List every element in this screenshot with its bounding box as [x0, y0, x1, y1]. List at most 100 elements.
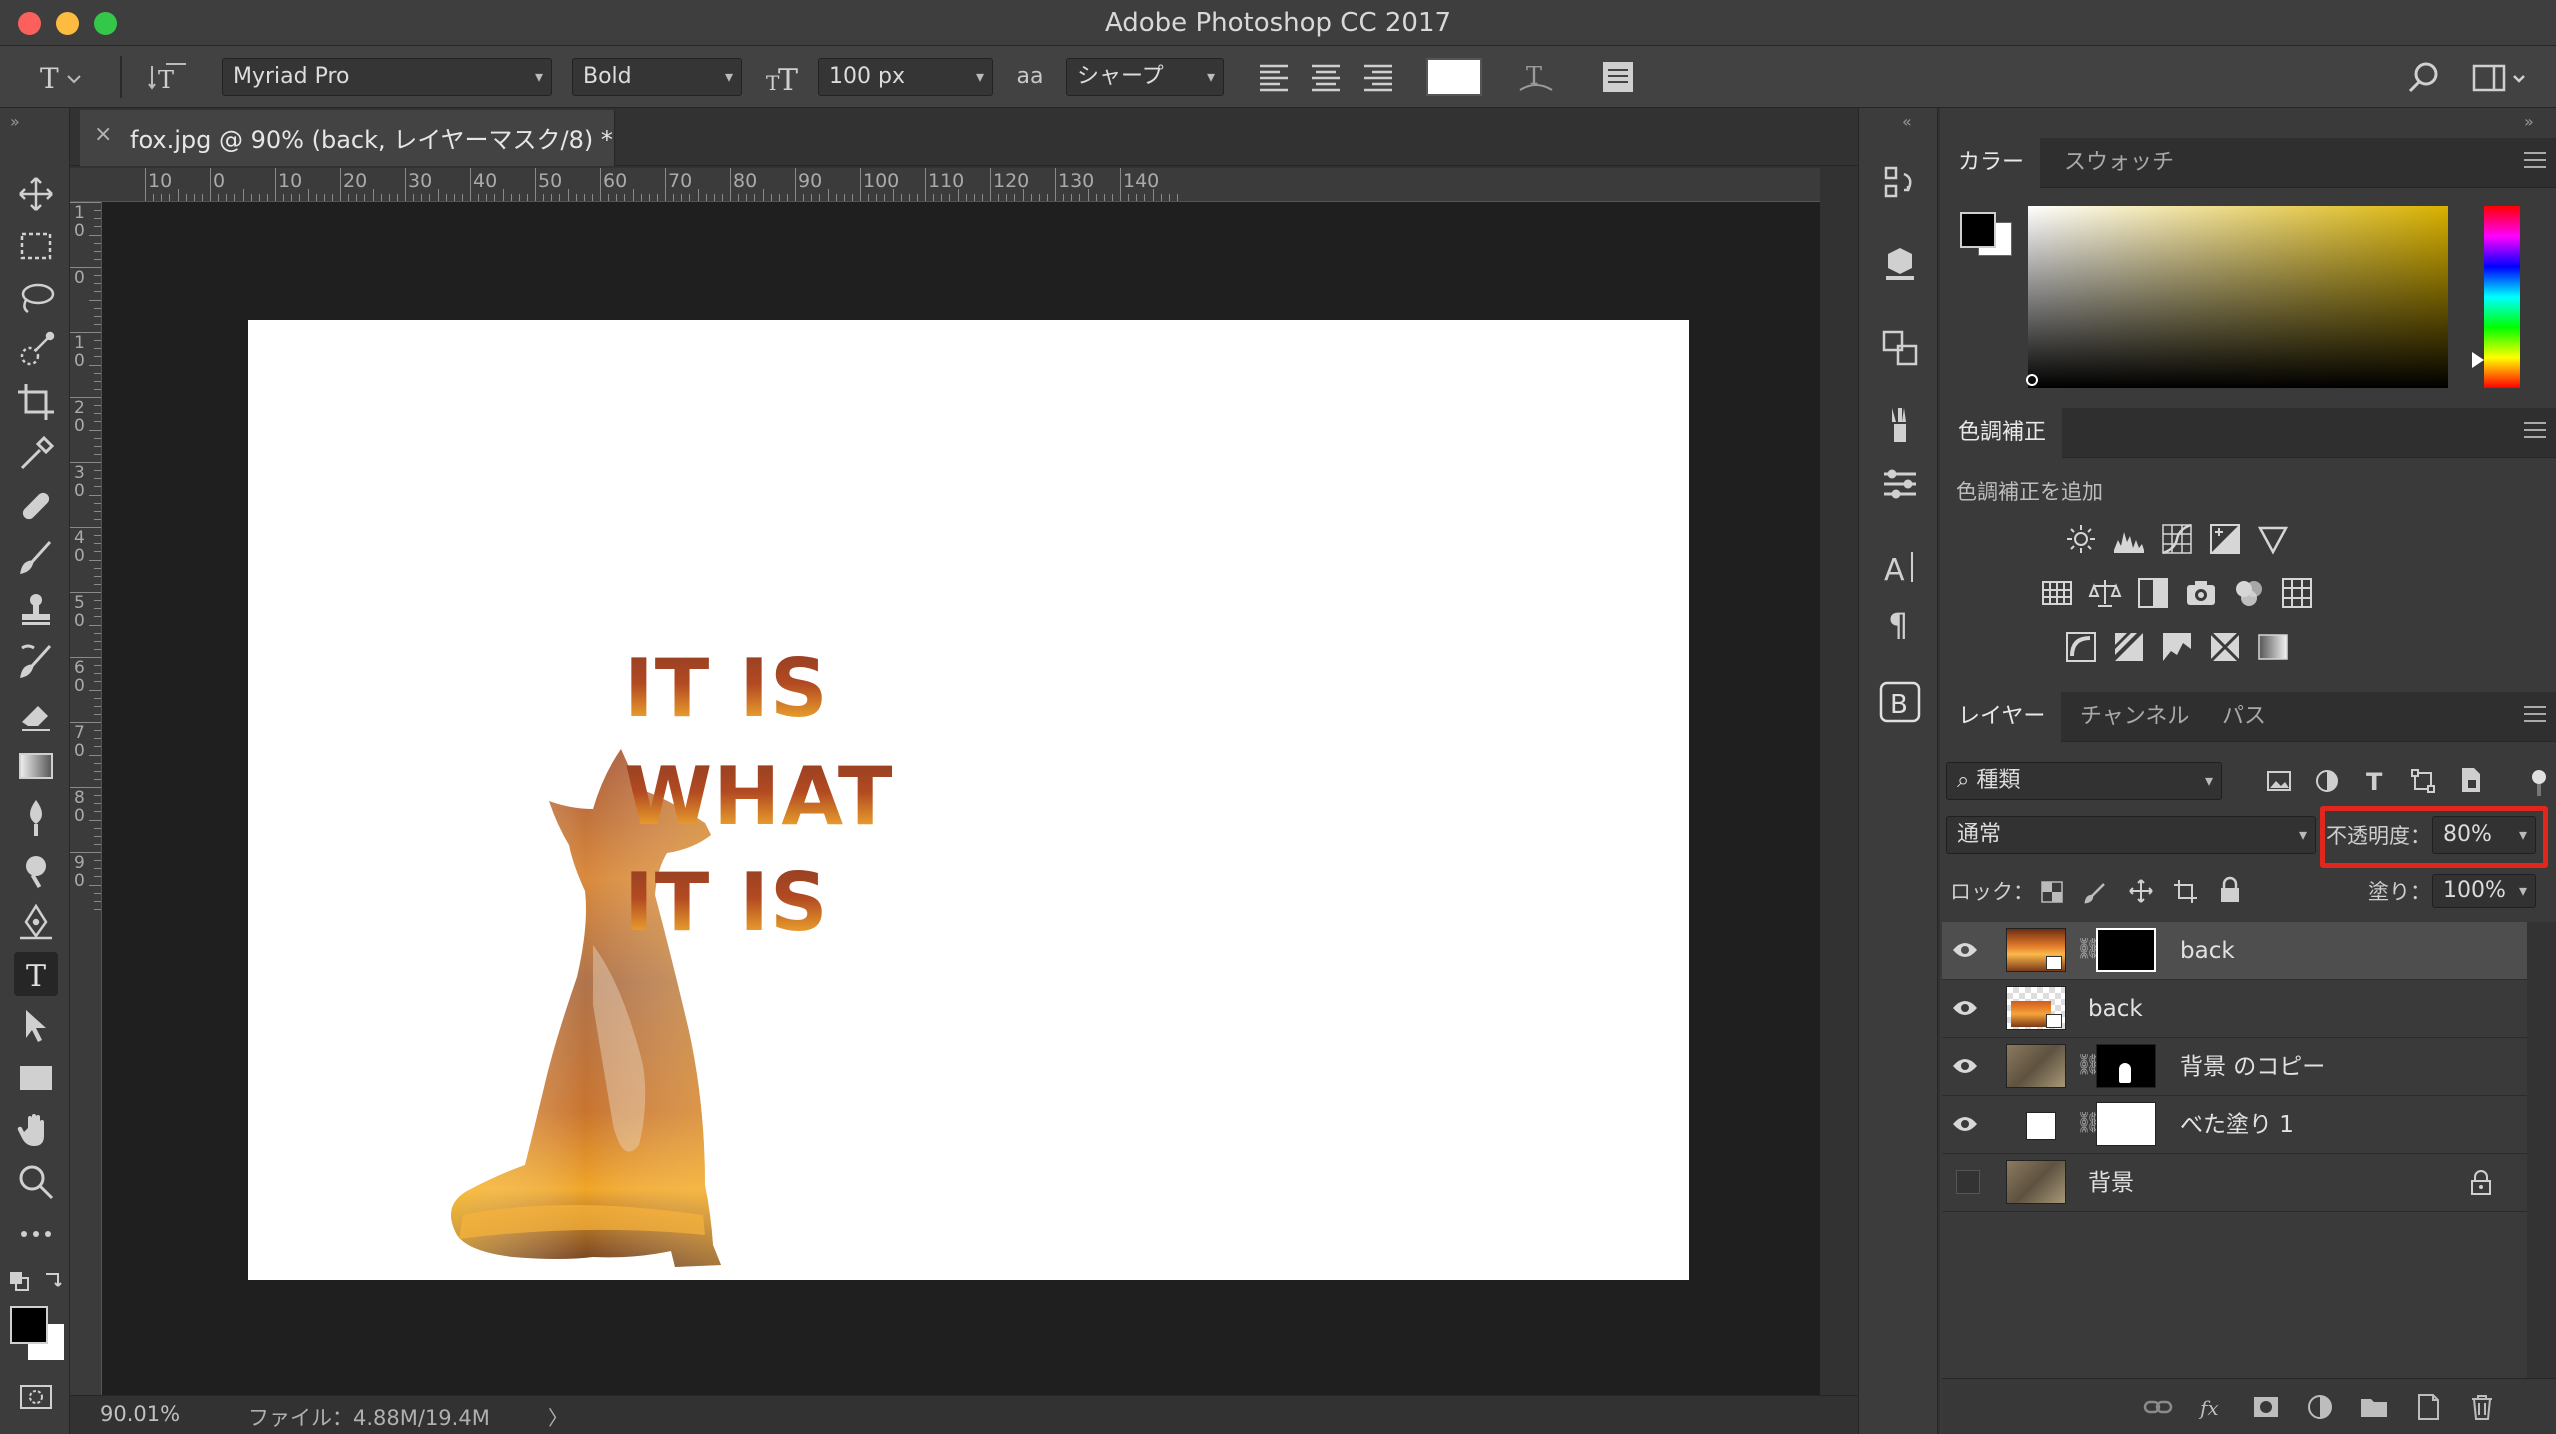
- brightness-icon[interactable]: [2064, 522, 2098, 556]
- zoom-level[interactable]: 90.01%: [100, 1402, 180, 1426]
- threshold-icon[interactable]: [2160, 630, 2194, 664]
- layer-row[interactable]: ⛓ 背景 のコピー: [1942, 1038, 2527, 1096]
- layer-mask-thumbnail[interactable]: [2096, 1102, 2156, 1146]
- brush-tool-icon[interactable]: [14, 536, 58, 580]
- layer-filter-select[interactable]: ⌕ 種類 ▾: [1946, 762, 2222, 800]
- font-family-select[interactable]: Myriad Pro ▾: [222, 58, 552, 96]
- black-white-icon[interactable]: [2136, 576, 2170, 610]
- clone-source-panel-icon[interactable]: [1878, 326, 1922, 370]
- selective-color-icon[interactable]: [2208, 630, 2242, 664]
- levels-icon[interactable]: [2112, 522, 2146, 556]
- color-balance-icon[interactable]: [2088, 576, 2122, 610]
- type-tool-icon[interactable]: T: [14, 952, 58, 996]
- adjustments-panel-menu-icon[interactable]: [2524, 422, 2546, 438]
- dodge-tool-icon[interactable]: [14, 848, 58, 892]
- font-style-select[interactable]: Bold ▾: [572, 58, 742, 96]
- move-tool-icon[interactable]: [14, 172, 58, 216]
- color-field[interactable]: [2028, 206, 2448, 388]
- close-tab-icon[interactable]: ×: [94, 122, 112, 147]
- lock-transparent-pixels-icon[interactable]: [2040, 880, 2064, 904]
- visibility-eye-icon[interactable]: [1952, 1055, 1978, 1077]
- character-panel-strip-icon[interactable]: A: [1878, 544, 1922, 588]
- text-color-swatch[interactable]: [1426, 58, 1482, 96]
- layer-row[interactable]: ⛓ べた塗り 1: [1942, 1096, 2527, 1154]
- horizontal-ruler[interactable]: 10 0 10 20 30 40 50 60 70 80 90 100 110 120 130 140: [100, 168, 1820, 202]
- filter-shape-icon[interactable]: [2410, 768, 2436, 794]
- history-brush-tool-icon[interactable]: [14, 640, 58, 684]
- align-center-icon[interactable]: [1308, 60, 1344, 94]
- link-chain-icon[interactable]: ⛓: [2076, 1110, 2101, 1138]
- default-swap-colors-icon[interactable]: [8, 1266, 64, 1296]
- layer-row[interactable]: 背景: [1942, 1154, 2527, 1212]
- fill-input[interactable]: 100% ▾: [2432, 874, 2536, 908]
- visibility-eye-icon[interactable]: [1952, 1113, 1978, 1135]
- clone-stamp-tool-icon[interactable]: [14, 588, 58, 632]
- tab-layers[interactable]: レイヤー: [1942, 692, 2062, 742]
- layers-scrollbar[interactable]: [2527, 922, 2556, 1378]
- new-adjustment-layer-icon[interactable]: [2304, 1391, 2336, 1423]
- channel-mixer-icon[interactable]: [2232, 576, 2266, 610]
- expand-strip-icon[interactable]: «: [1902, 112, 1912, 131]
- workspace-switcher-icon[interactable]: [2470, 58, 2530, 98]
- quick-mask-icon[interactable]: [18, 1382, 54, 1412]
- hue-slider-marker[interactable]: [2472, 352, 2484, 368]
- color-picker-marker[interactable]: [2026, 374, 2038, 386]
- filter-pixel-icon[interactable]: [2266, 768, 2292, 794]
- more-tools-icon[interactable]: [14, 1212, 58, 1256]
- collapse-toolbar-icon[interactable]: »: [10, 112, 20, 131]
- link-layers-icon[interactable]: [2142, 1391, 2174, 1423]
- align-right-icon[interactable]: [1360, 60, 1396, 94]
- path-selection-tool-icon[interactable]: [14, 1004, 58, 1048]
- vertical-ruler[interactable]: 1 0 0 1 0 2 0 3 0 4 0 5 0 6 0 7 0 8 0 9 0: [70, 202, 102, 1395]
- layers-panel-menu-icon[interactable]: [2524, 706, 2546, 722]
- collapse-panels-icon[interactable]: »: [2524, 112, 2534, 131]
- lasso-tool-icon[interactable]: [14, 276, 58, 320]
- new-layer-icon[interactable]: [2412, 1391, 2444, 1423]
- tab-color[interactable]: カラー: [1942, 138, 2041, 188]
- lock-position-icon[interactable]: [2128, 878, 2154, 904]
- ruler-origin[interactable]: [70, 168, 102, 202]
- visibility-eye-icon[interactable]: [1952, 997, 1978, 1019]
- layer-mask-thumbnail[interactable]: [2096, 928, 2156, 972]
- tab-swatches[interactable]: スウォッチ: [2048, 138, 2190, 188]
- crop-tool-icon[interactable]: [14, 380, 58, 424]
- tab-channels[interactable]: チャンネル: [2064, 692, 2205, 742]
- posterize-icon[interactable]: [2112, 630, 2146, 664]
- paragraph-panel-icon[interactable]: ¶: [1878, 600, 1922, 644]
- 3d-panel-icon[interactable]: [1878, 242, 1922, 286]
- text-orientation-icon[interactable]: T: [146, 58, 190, 96]
- filter-adjustment-icon[interactable]: [2314, 768, 2340, 794]
- marquee-tool-icon[interactable]: [14, 224, 58, 268]
- filter-type-icon[interactable]: T: [2362, 766, 2388, 796]
- blend-mode-select[interactable]: 通常 ▾: [1946, 816, 2316, 854]
- color-panel-menu-icon[interactable]: [2524, 152, 2546, 168]
- eyedropper-tool-icon[interactable]: [14, 432, 58, 476]
- lock-artboard-icon[interactable]: [2172, 878, 2198, 904]
- layer-thumbnail[interactable]: [2006, 1160, 2066, 1204]
- layer-name[interactable]: back: [2180, 922, 2235, 980]
- layer-effects-icon[interactable]: fx: [2196, 1391, 2228, 1423]
- photo-filter-icon[interactable]: [2184, 576, 2218, 610]
- document-canvas[interactable]: IT IS WHAT IT IS: [248, 320, 1689, 1280]
- search-icon[interactable]: [2404, 58, 2444, 98]
- hue-slider[interactable]: [2484, 206, 2520, 388]
- filter-toggle-switch[interactable]: [2528, 768, 2546, 798]
- zoom-tool-icon[interactable]: [14, 1160, 58, 1204]
- gradient-tool-icon[interactable]: [14, 744, 58, 788]
- layer-name[interactable]: べた塗り 1: [2180, 1096, 2294, 1154]
- blur-tool-icon[interactable]: [14, 796, 58, 840]
- layer-mask-thumbnail[interactable]: [2096, 1044, 2156, 1088]
- history-panel-icon[interactable]: [1878, 160, 1922, 204]
- layer-thumbnail[interactable]: [2006, 1044, 2066, 1088]
- brush-presets-panel-icon[interactable]: [1878, 404, 1922, 448]
- warp-text-icon[interactable]: T: [1516, 58, 1556, 96]
- delete-layer-icon[interactable]: [2466, 1391, 2498, 1423]
- type-tool-preset-icon[interactable]: T: [30, 58, 100, 96]
- foreground-color-swatch[interactable]: [10, 1306, 48, 1344]
- layer-name[interactable]: back: [2088, 980, 2143, 1038]
- gradient-map-icon[interactable]: [2256, 630, 2290, 664]
- b-panel-icon[interactable]: B: [1878, 680, 1922, 724]
- font-size-select[interactable]: 100 px ▾: [818, 58, 993, 96]
- add-mask-icon[interactable]: [2250, 1391, 2282, 1423]
- exposure-icon[interactable]: [2208, 522, 2242, 556]
